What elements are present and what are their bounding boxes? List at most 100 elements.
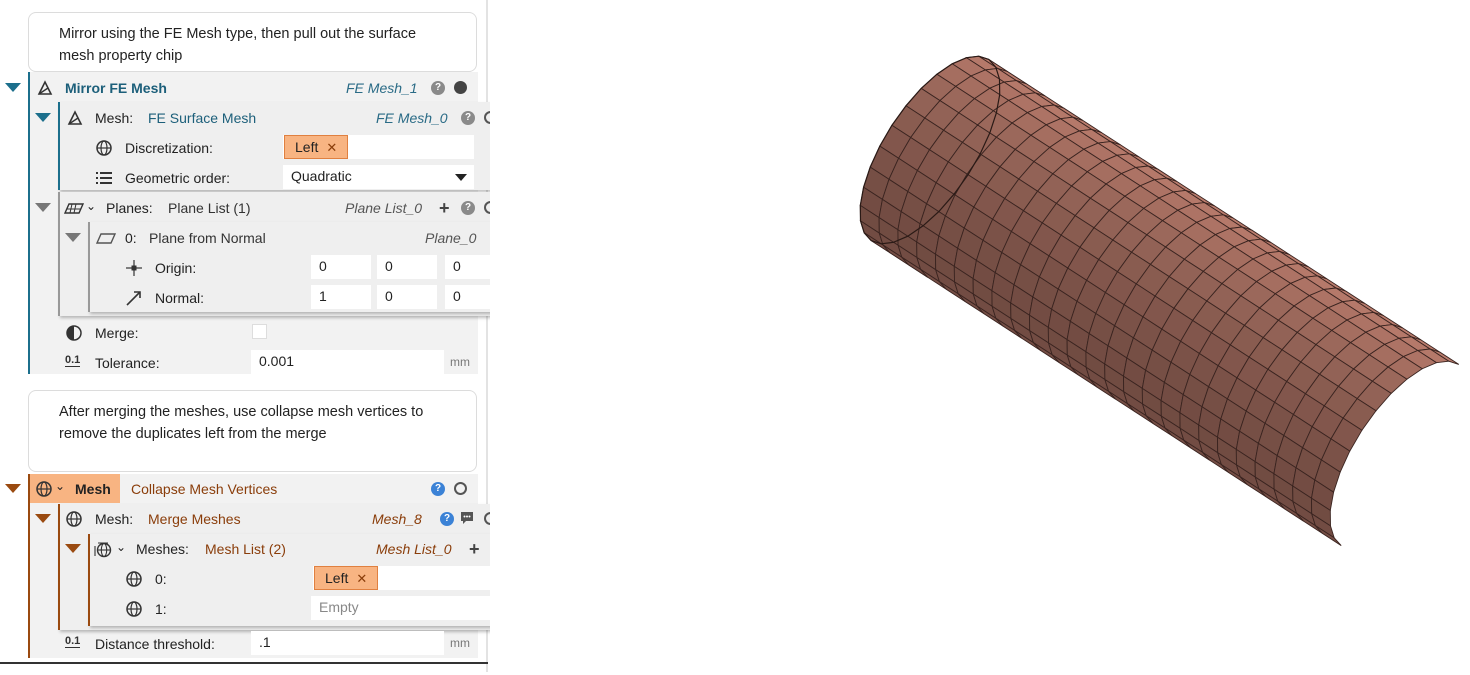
number-icon: 0.1 bbox=[65, 354, 80, 367]
chip-remove-icon[interactable]: ✕ bbox=[326, 140, 337, 155]
mesh-exterior bbox=[860, 56, 1459, 545]
distance-threshold-input[interactable]: .1 bbox=[251, 631, 444, 655]
mirror-status-icon[interactable] bbox=[454, 81, 467, 94]
collapse-arrow-mesh-list[interactable] bbox=[65, 544, 81, 553]
collapse-help-icon[interactable]: ? bbox=[431, 482, 445, 496]
mesh-item-1-index: 1: bbox=[155, 601, 167, 617]
origin-z-value: 0 bbox=[453, 258, 461, 274]
mirror-output-name[interactable]: FE Mesh_1 bbox=[346, 80, 418, 96]
tolerance-unit: mm bbox=[450, 355, 470, 369]
mesh-item-0-chip[interactable]: Left ✕ bbox=[314, 566, 378, 590]
plane-icon bbox=[95, 229, 117, 247]
planes-help-icon[interactable]: ? bbox=[461, 201, 475, 215]
add-plane-icon[interactable]: + bbox=[439, 201, 450, 215]
collapse-arrow-plane[interactable] bbox=[65, 233, 81, 242]
mesh-list-output-name[interactable]: Mesh List_0 bbox=[376, 541, 451, 557]
merge-mesh-label: Mesh: bbox=[95, 511, 133, 527]
half-circle-icon bbox=[65, 324, 83, 342]
origin-x-input[interactable]: 0 bbox=[311, 255, 371, 279]
collapse-node-title: Collapse Mesh Vertices bbox=[131, 481, 277, 497]
normal-y-input[interactable]: 0 bbox=[377, 285, 437, 309]
normal-x-input[interactable]: 1 bbox=[311, 285, 371, 309]
origin-x-value: 0 bbox=[319, 258, 327, 274]
mesh-label: Mesh: bbox=[95, 110, 133, 126]
meshes-value[interactable]: Mesh List (2) bbox=[205, 541, 286, 557]
tolerance-label: Tolerance: bbox=[95, 355, 160, 371]
normal-label: Normal: bbox=[155, 290, 204, 306]
planes-label: Planes: bbox=[106, 200, 153, 216]
geometric-order-label: Geometric order: bbox=[125, 170, 230, 186]
globe-icon bbox=[35, 480, 53, 498]
discretization-chip[interactable]: Left✕ bbox=[284, 135, 348, 159]
mesh-list-dropdown-icon[interactable]: ⌄ bbox=[116, 540, 126, 554]
tolerance-value: 0.001 bbox=[259, 353, 294, 369]
plane-value[interactable]: Plane from Normal bbox=[149, 230, 266, 246]
meshes-label: Meshes: bbox=[136, 541, 189, 557]
mirror-node-title: Mirror FE Mesh bbox=[65, 80, 167, 96]
mesh-item-0-chip-label: Left bbox=[325, 570, 348, 586]
3d-viewport[interactable] bbox=[490, 0, 1470, 672]
mesh-item-1-field[interactable]: Empty bbox=[311, 596, 505, 620]
origin-icon bbox=[125, 259, 143, 277]
collapse-arrow-mesh[interactable] bbox=[35, 113, 51, 122]
mesh-help-icon[interactable]: ? bbox=[461, 111, 475, 125]
list-icon bbox=[95, 169, 113, 187]
number-icon: 0.1 bbox=[65, 635, 80, 648]
normal-z-value: 0 bbox=[453, 288, 461, 304]
tolerance-input[interactable]: 0.001 bbox=[251, 350, 444, 374]
merge-node-bar bbox=[58, 504, 60, 630]
distance-threshold-label: Distance threshold: bbox=[95, 636, 215, 652]
collapse-arrow-mirror[interactable] bbox=[5, 83, 21, 92]
mesh-list-bar bbox=[88, 534, 90, 626]
add-mesh-icon[interactable]: + bbox=[469, 542, 480, 556]
mesh-output-name[interactable]: FE Mesh_0 bbox=[376, 110, 448, 126]
merge-label: Merge: bbox=[95, 325, 139, 341]
collapse-arrow-merge[interactable] bbox=[35, 514, 51, 523]
merge-output-name[interactable]: Mesh_8 bbox=[372, 511, 422, 527]
cylinder-mesh-render[interactable] bbox=[490, 0, 1470, 672]
merge-mesh-value[interactable]: Merge Meshes bbox=[148, 511, 241, 527]
origin-y-value: 0 bbox=[385, 258, 393, 274]
origin-y-input[interactable]: 0 bbox=[377, 255, 437, 279]
globe-icon bbox=[125, 600, 143, 618]
planes-node-bar bbox=[58, 192, 60, 316]
planes-value[interactable]: Plane List (1) bbox=[168, 200, 250, 216]
fe-mesh-icon bbox=[66, 109, 84, 127]
plane-list-icon bbox=[63, 199, 85, 217]
plane-node-bar bbox=[88, 222, 90, 312]
discretization-label: Discretization: bbox=[125, 140, 213, 156]
normal-vector-icon bbox=[125, 289, 143, 307]
collapse-status-icon[interactable] bbox=[454, 482, 467, 495]
geometric-order-select[interactable]: Quadratic bbox=[283, 165, 474, 189]
plane-output-name[interactable]: Plane_0 bbox=[425, 230, 476, 246]
planes-output-name[interactable]: Plane List_0 bbox=[345, 200, 422, 216]
origin-label: Origin: bbox=[155, 260, 196, 276]
globe-icon bbox=[95, 139, 113, 157]
plane-index: 0: bbox=[125, 230, 137, 246]
chip-remove-icon[interactable]: ✕ bbox=[356, 571, 367, 586]
globe-list-icon bbox=[93, 540, 115, 558]
mesh-type-chip-label: Mesh bbox=[75, 481, 111, 497]
globe-icon bbox=[125, 570, 143, 588]
comment-icon[interactable] bbox=[459, 510, 475, 526]
merge-help-icon[interactable]: ? bbox=[440, 512, 454, 526]
mesh-value[interactable]: FE Surface Mesh bbox=[148, 110, 256, 126]
mirror-help-icon[interactable]: ? bbox=[431, 81, 445, 95]
mesh-item-1-placeholder: Empty bbox=[319, 599, 359, 615]
collapse-note: After merging the meshes, use collapse m… bbox=[28, 390, 477, 472]
distance-threshold-value: .1 bbox=[259, 634, 271, 650]
mirror-note: Mirror using the FE Mesh type, then pull… bbox=[28, 12, 477, 72]
chevron-down-icon[interactable]: ⌄ bbox=[55, 479, 65, 493]
mesh-node-bar bbox=[58, 102, 60, 190]
mirror-mesh-icon bbox=[36, 79, 54, 97]
normal-x-value: 1 bbox=[319, 288, 327, 304]
workflow-panel: Mirror using the FE Mesh type, then pull… bbox=[0, 0, 490, 672]
merge-checkbox[interactable] bbox=[252, 324, 267, 339]
distance-threshold-unit: mm bbox=[450, 636, 470, 650]
collapse-arrow-collapse[interactable] bbox=[5, 484, 21, 493]
geometric-order-value: Quadratic bbox=[291, 168, 352, 184]
planes-dropdown-icon[interactable]: ⌄ bbox=[86, 199, 96, 213]
chevron-down-icon[interactable] bbox=[455, 174, 467, 181]
collapse-arrow-planes[interactable] bbox=[35, 203, 51, 212]
normal-y-value: 0 bbox=[385, 288, 393, 304]
